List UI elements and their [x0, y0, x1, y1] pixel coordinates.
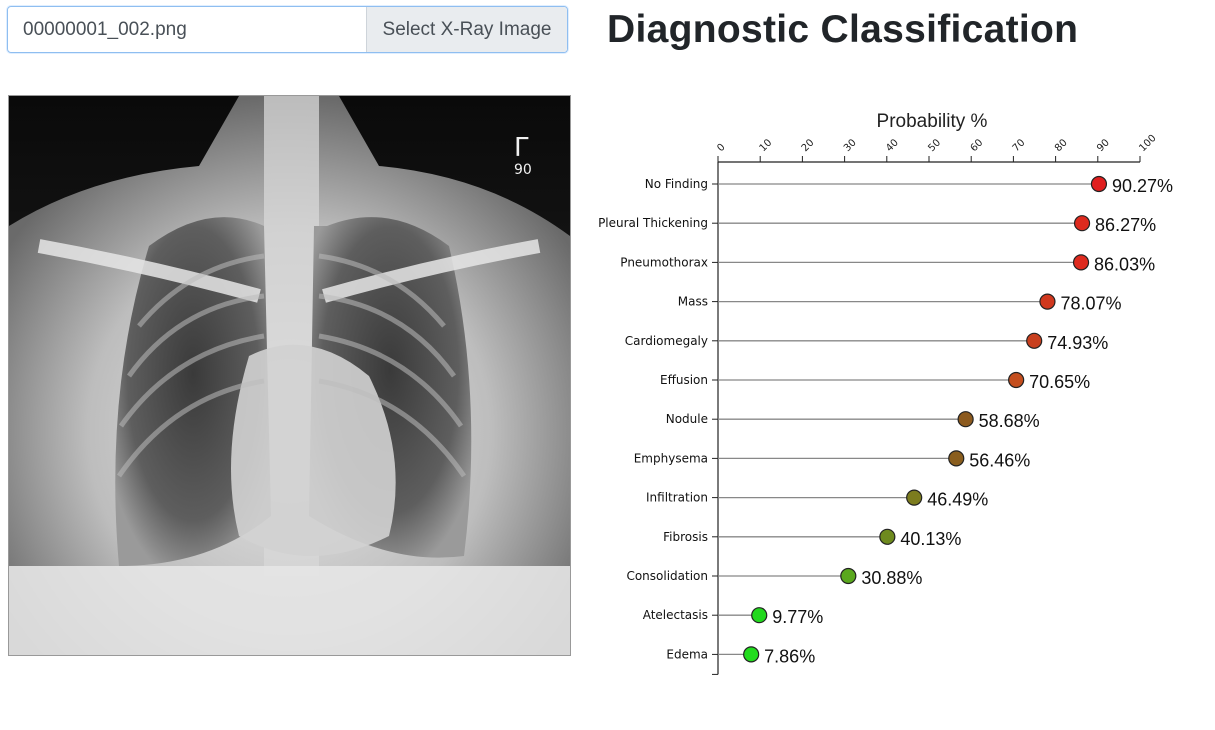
file-input-group[interactable]: 00000001_002.png Select X-Ray Image: [7, 6, 568, 53]
file-name-display[interactable]: 00000001_002.png: [8, 7, 366, 52]
x-tick-label: 40: [884, 137, 901, 154]
x-tick-label: 60: [969, 137, 986, 154]
lollipop-point: [957, 411, 974, 428]
lollipop-point: [1039, 293, 1056, 310]
category-label: Consolidation: [626, 569, 708, 583]
value-label: 90.27%: [1112, 176, 1173, 196]
x-tick-label: 80: [1053, 137, 1070, 154]
lollipop-point: [1008, 371, 1025, 389]
value-label: 7.86%: [764, 646, 815, 666]
x-tick-label: 0: [715, 142, 727, 154]
category-label: Effusion: [660, 373, 708, 387]
value-label: 70.65%: [1029, 372, 1090, 392]
lollipop-point: [751, 607, 768, 624]
lollipop-point: [948, 450, 965, 467]
value-label: 86.27%: [1095, 215, 1156, 235]
x-tick-label: 90: [1095, 137, 1112, 154]
category-label: Pneumothorax: [620, 255, 708, 269]
value-label: 46.49%: [927, 490, 988, 510]
category-label: Edema: [666, 647, 708, 661]
category-label: Pleural Thickening: [598, 216, 708, 230]
category-label: Emphysema: [634, 451, 708, 465]
value-label: 74.93%: [1047, 333, 1108, 353]
category-label: Nodule: [666, 412, 708, 426]
category-label: Mass: [678, 295, 708, 309]
x-tick-label: 100: [1137, 133, 1158, 154]
value-label: 9.77%: [772, 607, 823, 627]
category-label: Atelectasis: [643, 608, 708, 622]
page-title: Diagnostic Classification: [607, 8, 1079, 51]
select-xray-button[interactable]: Select X-Ray Image: [366, 7, 567, 52]
value-label: 30.88%: [861, 568, 922, 588]
category-label: No Finding: [645, 177, 708, 191]
lollipop-point: [906, 489, 923, 506]
x-tick-label: 10: [758, 137, 775, 154]
category-label: Cardiomegaly: [625, 334, 708, 348]
x-tick-label: 30: [842, 137, 859, 154]
probability-chart: Probability % 0 10 20 30 40 50 60 70 80 90 100 No …: [590, 100, 1200, 700]
x-tick-label: 50: [926, 137, 943, 154]
category-label: Fibrosis: [663, 530, 708, 544]
value-label: 86.03%: [1094, 254, 1155, 274]
lollipop-point: [1073, 215, 1091, 232]
category-label: Infiltration: [646, 491, 708, 505]
xray-image: Γ 90: [8, 95, 571, 656]
value-label: 58.68%: [979, 411, 1040, 431]
lollipop-point: [879, 528, 896, 545]
lollipop-point: [1072, 254, 1090, 271]
lollipop-point: [840, 567, 857, 585]
x-tick-label: 20: [800, 137, 817, 154]
x-axis-title: Probability %: [877, 111, 988, 132]
xray-marker-sub: 90: [514, 162, 532, 178]
value-label: 40.13%: [900, 529, 961, 549]
lollipop-point: [1026, 332, 1043, 349]
lollipop-point: [743, 646, 760, 663]
value-label: 56.46%: [969, 450, 1030, 470]
xray-marker: Γ: [514, 133, 529, 163]
value-label: 78.07%: [1060, 294, 1121, 314]
lollipop-point: [1090, 175, 1108, 193]
x-tick-label: 70: [1011, 137, 1028, 154]
